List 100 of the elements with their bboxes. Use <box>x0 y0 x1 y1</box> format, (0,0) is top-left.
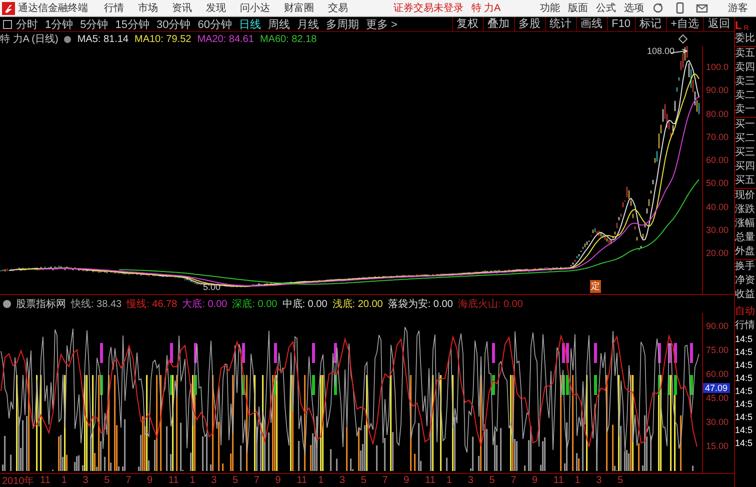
date-axis-label: 11 <box>553 475 565 486</box>
quote-label: 买三 <box>735 146 756 160</box>
menu-item[interactable]: 版面 <box>568 1 588 15</box>
toolbar-button[interactable]: 叠加 <box>482 16 514 32</box>
period-tab[interactable]: 1分钟 <box>45 16 74 32</box>
ma-legend: MA20: 84.61 <box>197 34 254 44</box>
date-axis-label: 1 <box>574 475 582 486</box>
toolbar-button[interactable]: 画线 <box>576 16 607 32</box>
quote-label: 现价 <box>735 188 756 203</box>
price-axis-label: 90.00 <box>706 85 729 96</box>
date-axis-label: 11 <box>425 475 436 486</box>
indicator-legend: 深底: 0.00 <box>232 297 278 311</box>
quote-label: 卖四 <box>735 61 756 75</box>
l-indicator-label[interactable]: L <box>735 20 742 32</box>
date-axis-label: 1 <box>61 475 68 486</box>
menu-item[interactable]: 行情 <box>104 1 124 15</box>
period-tab[interactable]: 60分钟 <box>198 16 232 32</box>
trade-time: 14:5 <box>735 346 754 359</box>
quote-label: 委比 <box>735 32 756 46</box>
menu-item[interactable]: 资讯 <box>172 1 192 15</box>
date-axis-label: 11 <box>296 475 308 486</box>
period-tab[interactable]: 月线 <box>297 16 319 32</box>
quote-label: 卖三 <box>735 75 756 89</box>
indicator-legend: 海底火山: 0.00 <box>458 297 523 311</box>
indicator-axis-label: 60.00 <box>706 369 729 379</box>
quote-label: 换手 <box>735 259 756 274</box>
period-tab[interactable]: 5分钟 <box>80 16 108 32</box>
quote-label: 净资 <box>735 274 756 288</box>
menu-item[interactable]: 市场 <box>138 1 158 15</box>
envelope-icon[interactable] <box>696 2 708 14</box>
trade-time: 14:5 <box>735 372 754 385</box>
toolbar-button[interactable]: 多股 <box>514 16 545 32</box>
date-axis-label: 9 <box>404 475 410 486</box>
period-tab[interactable]: 周线 <box>268 16 290 32</box>
date-axis-label: 2010年 <box>1 474 36 487</box>
quote-label: 涨跌 <box>735 203 756 217</box>
phone-icon[interactable] <box>674 2 686 14</box>
date-axis-label: 7 <box>126 475 132 486</box>
date-axis-label: 3 <box>211 475 218 486</box>
ma-legend: MA5: 81.14 <box>77 34 128 44</box>
toolbar-button[interactable]: 标记 <box>634 16 666 32</box>
menu-item[interactable]: 选项 <box>624 1 644 15</box>
low-price-label: 5.00 <box>203 282 221 292</box>
stock-name: 特 力A <box>471 2 501 15</box>
date-axis-label: 5 <box>232 475 240 486</box>
date-axis-label: 9 <box>146 475 154 486</box>
menu-item[interactable]: 公式 <box>596 1 616 15</box>
menu-item[interactable]: 交易 <box>328 1 348 15</box>
period-tab[interactable]: 15分钟 <box>115 16 150 32</box>
toolbar-button[interactable]: 复权 <box>452 16 483 32</box>
quote-label: 收益 <box>735 288 756 302</box>
toolbar-button[interactable]: F10 <box>606 16 635 32</box>
trade-time: 14:5 <box>735 333 754 346</box>
date-axis-label: 11 <box>168 475 180 486</box>
price-axis-label: 70.00 <box>706 132 729 142</box>
indicator-legend: 落袋为安: 0.00 <box>388 297 453 311</box>
date-axis-label: 5 <box>104 475 111 486</box>
menu-item[interactable]: 发现 <box>206 1 226 15</box>
period-tab[interactable]: 30分钟 <box>156 16 191 32</box>
current-value-label: 47.09 <box>703 383 730 393</box>
quote-tab-label[interactable]: 行情 <box>735 319 756 333</box>
quote-label: 买五 <box>735 174 756 188</box>
period-tab[interactable]: 日线 <box>239 16 261 32</box>
auto-label[interactable]: 自动 <box>735 305 756 319</box>
indicator-axis-label: 45.00 <box>706 393 729 403</box>
refresh-icon[interactable] <box>652 2 664 14</box>
indicator-axis-label: 75.00 <box>706 345 729 355</box>
date-axis-label: 1 <box>318 475 325 486</box>
panel-toggle-icon[interactable] <box>3 20 12 28</box>
price-axis-label: 60.00 <box>706 155 729 165</box>
login-status[interactable]: 证券交易未登录 <box>393 1 464 15</box>
marker-badge: 定 <box>590 280 601 293</box>
toolbar-button[interactable]: +自选 <box>666 16 703 32</box>
quote-label: 卖二 <box>735 89 756 103</box>
indicator-name: 股票指标网 <box>16 298 66 311</box>
period-tab[interactable]: 分时 <box>16 16 38 32</box>
date-axis-label: 9 <box>532 475 539 486</box>
date-axis-label: 5 <box>360 475 368 486</box>
quote-label: 外盘 <box>735 245 756 259</box>
quote-label: 涨幅 <box>735 217 756 231</box>
toolbar-button[interactable]: 统计 <box>544 16 576 32</box>
menu-item[interactable]: 问小达 <box>240 1 270 15</box>
date-axis-label: 9 <box>275 475 282 486</box>
toolbar-button[interactable]: 返回 <box>703 16 734 32</box>
trade-time: 14:5 <box>735 359 754 372</box>
quote-label: 买一 <box>735 117 756 132</box>
quote-label: 买四 <box>735 160 756 174</box>
period-tab[interactable]: 多周期 <box>326 16 359 32</box>
period-tab[interactable]: 更多 > <box>366 16 398 32</box>
trade-time: 14:5 <box>735 437 754 450</box>
ma-legend: MA10: 79.52 <box>134 34 192 44</box>
quote-label: 买二 <box>735 132 756 146</box>
indicator-axis-label: 30.00 <box>706 417 729 427</box>
user-label[interactable]: 游客 <box>728 1 748 15</box>
menu-item[interactable]: 财富圈 <box>284 1 314 15</box>
quote-label: 卖五 <box>735 46 756 61</box>
date-axis-label: 7 <box>510 475 518 486</box>
indicator-legend: 快线: 38.43 <box>71 297 122 311</box>
menu-item[interactable]: 功能 <box>540 1 560 15</box>
price-axis-label: 100.0 <box>706 62 729 72</box>
